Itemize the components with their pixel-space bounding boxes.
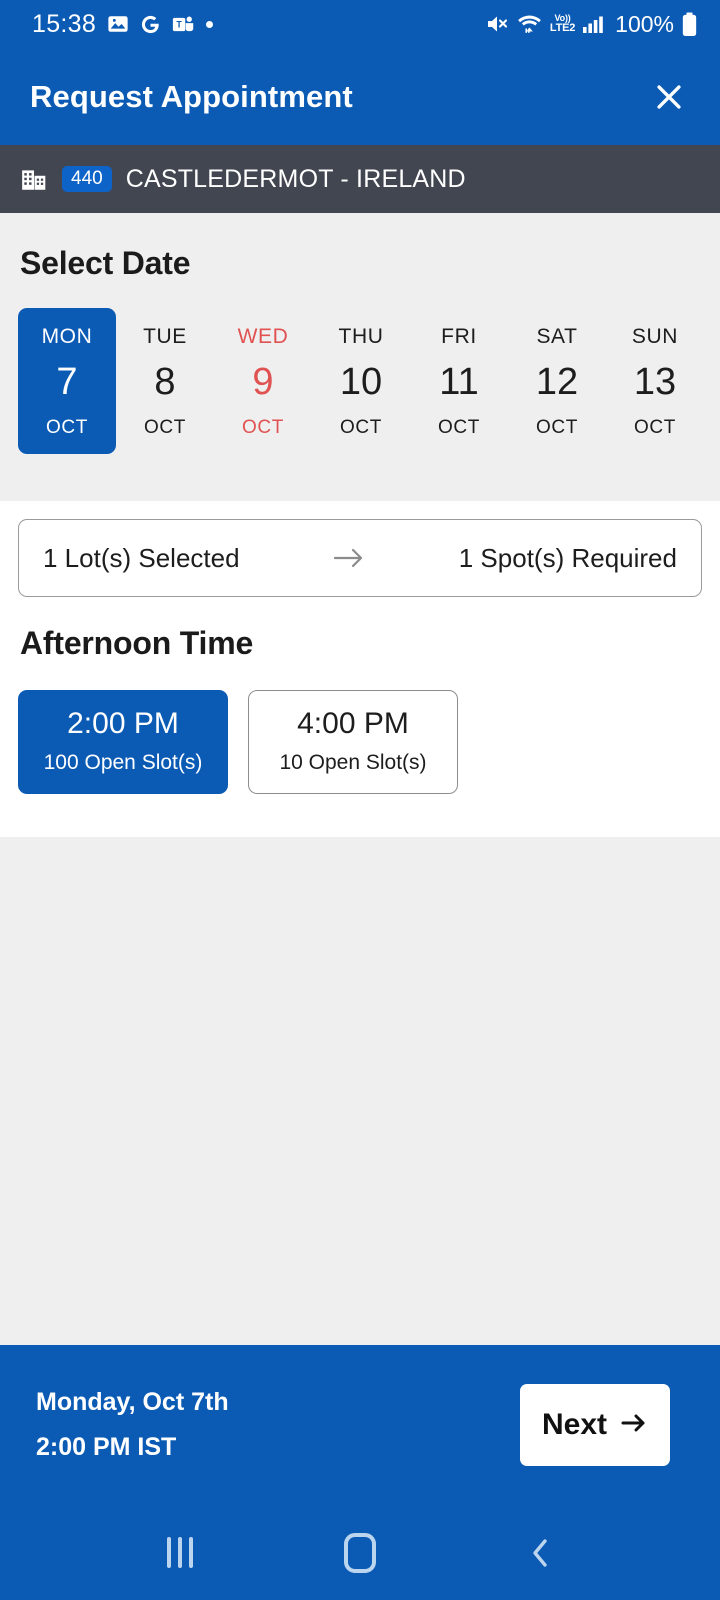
battery-icon bbox=[681, 12, 698, 37]
date-day: 13 bbox=[633, 361, 677, 403]
footer-bar: Monday, Oct 7th 2:00 PM IST Next bbox=[0, 1345, 720, 1505]
home-button[interactable] bbox=[325, 1518, 395, 1588]
teams-icon: T bbox=[172, 14, 195, 35]
time-slot-openings: 10 Open Slot(s) bbox=[279, 750, 427, 774]
time-slot-time: 2:00 PM bbox=[67, 707, 179, 740]
dot-icon bbox=[206, 20, 214, 28]
status-bar-left: 15:38 T bbox=[32, 9, 214, 39]
next-button[interactable]: Next bbox=[520, 1384, 670, 1466]
back-button[interactable] bbox=[505, 1518, 575, 1588]
location-badge: 440 bbox=[62, 165, 112, 193]
status-bar: 15:38 T Vo)) LTE2 100% bbox=[0, 0, 720, 48]
recents-icon bbox=[167, 1537, 193, 1568]
app-header: Request Appointment bbox=[0, 48, 720, 145]
close-icon bbox=[657, 84, 681, 109]
building-icon bbox=[20, 165, 48, 193]
date-dow: FRI bbox=[441, 325, 477, 348]
arrow-right-icon bbox=[620, 1408, 648, 1442]
booking-content: 1 Lot(s) Selected 1 Spot(s) Required Aft… bbox=[0, 501, 720, 837]
date-cell-wed-9[interactable]: WED 9 OCT bbox=[214, 308, 312, 454]
google-icon bbox=[140, 14, 161, 35]
date-month: OCT bbox=[536, 417, 578, 438]
back-icon bbox=[533, 1538, 547, 1567]
lots-selected-label: 1 Lot(s) Selected bbox=[43, 542, 240, 573]
home-icon bbox=[344, 1532, 376, 1573]
date-picker-row: MON 7 OCT TUE 8 OCT WED 9 OCT THU 10 OCT… bbox=[0, 308, 720, 454]
date-month: OCT bbox=[46, 417, 88, 438]
date-month: OCT bbox=[144, 417, 186, 438]
status-bar-right: Vo)) LTE2 100% bbox=[485, 11, 698, 38]
time-slot-4pm[interactable]: 4:00 PM 10 Open Slot(s) bbox=[248, 690, 458, 794]
next-button-label: Next bbox=[541, 1408, 608, 1441]
date-day: 9 bbox=[252, 361, 274, 403]
svg-text:T: T bbox=[176, 19, 182, 29]
time-slot-time: 4:00 PM bbox=[297, 707, 409, 740]
date-cell-sun-13[interactable]: SUN 13 OCT bbox=[606, 308, 704, 454]
date-section: Select Date MON 7 OCT TUE 8 OCT WED 9 OC… bbox=[0, 213, 720, 501]
spots-required-label: 1 Spot(s) Required bbox=[458, 542, 677, 573]
date-cell-fri-11[interactable]: FRI 11 OCT bbox=[410, 308, 508, 454]
select-date-heading: Select Date bbox=[20, 245, 191, 281]
date-dow: THU bbox=[338, 325, 384, 348]
date-cell-sat-12[interactable]: SAT 12 OCT bbox=[508, 308, 606, 454]
selection-summary: Monday, Oct 7th 2:00 PM IST bbox=[36, 1388, 229, 1462]
date-month: OCT bbox=[634, 417, 676, 438]
date-dow: TUE bbox=[143, 325, 187, 348]
status-time: 15:38 bbox=[32, 9, 97, 38]
date-day: 12 bbox=[535, 361, 579, 403]
date-dow: SUN bbox=[631, 325, 679, 348]
date-month: OCT bbox=[242, 417, 284, 438]
selected-time-label: 2:00 PM IST bbox=[36, 1433, 177, 1461]
recents-button[interactable] bbox=[145, 1518, 215, 1588]
date-day: 8 bbox=[154, 361, 176, 403]
battery-percent: 100% bbox=[615, 10, 674, 37]
location-name: CASTLEDERMOT - IRELAND bbox=[125, 164, 466, 193]
signal-icon bbox=[582, 14, 606, 34]
gallery-icon bbox=[107, 13, 129, 35]
app-screen: 15:38 T Vo)) LTE2 100% Request Appointme… bbox=[0, 0, 720, 1600]
lot-summary-box[interactable]: 1 Lot(s) Selected 1 Spot(s) Required bbox=[18, 519, 702, 597]
selected-date-label: Monday, Oct 7th bbox=[36, 1388, 229, 1416]
date-day: 7 bbox=[56, 361, 78, 403]
location-bar[interactable]: 440 CASTLEDERMOT - IRELAND bbox=[0, 145, 720, 213]
time-slot-2pm[interactable]: 2:00 PM 100 Open Slot(s) bbox=[18, 690, 228, 794]
afternoon-time-heading: Afternoon Time bbox=[20, 625, 254, 661]
empty-area bbox=[0, 837, 720, 1345]
time-slot-openings: 100 Open Slot(s) bbox=[43, 750, 203, 774]
android-nav-bar bbox=[0, 1505, 720, 1600]
date-dow: SAT bbox=[536, 325, 578, 348]
arrow-right-icon bbox=[329, 546, 369, 570]
wifi-icon bbox=[516, 13, 543, 35]
date-day: 10 bbox=[339, 361, 383, 403]
date-cell-tue-8[interactable]: TUE 8 OCT bbox=[116, 308, 214, 454]
date-dow: WED bbox=[237, 325, 289, 348]
date-day: 11 bbox=[439, 361, 479, 403]
close-button[interactable] bbox=[646, 74, 692, 120]
time-slot-row: 2:00 PM 100 Open Slot(s) 4:00 PM 10 Open… bbox=[0, 662, 720, 794]
date-month: OCT bbox=[340, 417, 382, 438]
date-cell-mon-7[interactable]: MON 7 OCT bbox=[18, 308, 116, 454]
date-cell-thu-10[interactable]: THU 10 OCT bbox=[312, 308, 410, 454]
date-month: OCT bbox=[438, 417, 480, 438]
date-dow: MON bbox=[41, 325, 93, 348]
page-title: Request Appointment bbox=[30, 78, 353, 114]
volte-icon: Vo)) LTE2 bbox=[549, 13, 576, 34]
mute-icon bbox=[485, 13, 509, 35]
